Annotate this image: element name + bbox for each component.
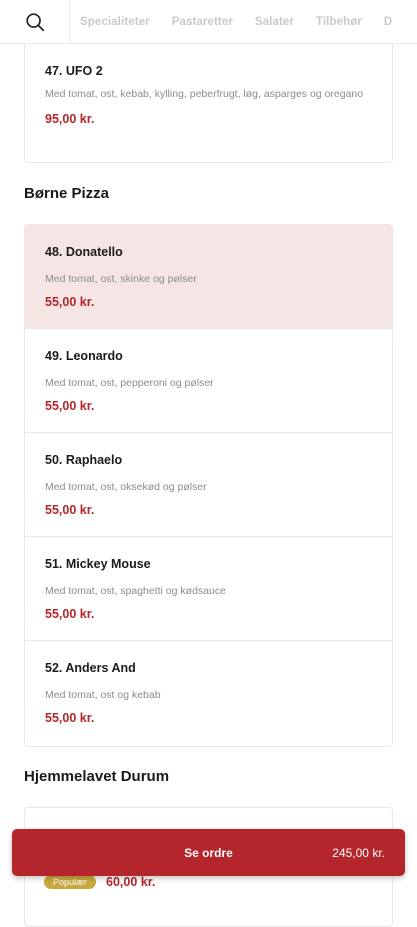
item-name: 51. Mickey Mouse — [45, 557, 151, 571]
tab-durum-partial[interactable]: D — [384, 16, 392, 28]
item-price: 60,00 kr. — [106, 875, 156, 889]
item-description: Med tomat, ost, skinke og pølser — [45, 273, 197, 285]
item-price: 95,00 kr. — [45, 112, 95, 126]
menu-item-raphaelo[interactable]: 50. Raphaelo Med tomat, ost, oksekød og … — [25, 433, 392, 537]
tab-tilbehor[interactable]: Tilbehør — [316, 16, 362, 28]
search-button[interactable] — [0, 0, 70, 43]
item-description: Med tomat, ost og kebab — [45, 689, 161, 701]
menu-card-borne-pizza: 48. Donatello Med tomat, ost, skinke og … — [24, 224, 393, 747]
section-title-borne-pizza: Børne Pizza — [24, 185, 110, 202]
item-name: 47. UFO 2 — [45, 64, 103, 78]
popular-badge: Populær — [44, 875, 97, 889]
item-price: 55,00 kr. — [45, 711, 95, 725]
item-description: Med tomat, ost, spaghetti og kødsauce — [45, 585, 226, 597]
view-order-button[interactable]: Se ordre 245,00 kr. — [12, 829, 405, 876]
item-description: Med tomat, ost, pepperoni og pølser — [45, 377, 214, 389]
menu-item-donatello[interactable]: 48. Donatello Med tomat, ost, skinke og … — [25, 225, 392, 329]
durum-item-footer: Populær 60,00 kr. — [44, 875, 155, 889]
order-button-label: Se ordre — [184, 845, 233, 860]
tab-pastaretter[interactable]: Pastaretter — [172, 16, 233, 28]
item-name: 52. Anders And — [45, 661, 136, 675]
tab-specialiteter[interactable]: Specialiteter — [80, 16, 150, 28]
item-name: 48. Donatello — [45, 245, 123, 259]
menu-item-anders-and[interactable]: 52. Anders And Med tomat, ost og kebab 5… — [25, 641, 392, 745]
item-name: 50. Raphaelo — [45, 453, 123, 467]
search-icon — [25, 12, 44, 31]
item-price: 55,00 kr. — [45, 399, 95, 413]
menu-item-mickey-mouse[interactable]: 51. Mickey Mouse Med tomat, ost, spaghet… — [25, 537, 392, 641]
category-tabs: Specialiteter Pastaretter Salater Tilbeh… — [70, 16, 414, 28]
top-navigation: Specialiteter Pastaretter Salater Tilbeh… — [0, 0, 417, 44]
item-price: 55,00 kr. — [45, 607, 95, 621]
order-total: 245,00 kr. — [332, 845, 385, 860]
item-price: 55,00 kr. — [45, 503, 95, 517]
item-description: Med tomat, ost, kebab, kylling, peberfru… — [45, 88, 364, 100]
section-title-hjemmelavet-durum: Hjemmelavet Durum — [24, 768, 170, 785]
item-name: 49. Leonardo — [45, 349, 123, 363]
item-description: Med tomat, ost, oksekød og pølser — [45, 481, 207, 493]
menu-item-leonardo[interactable]: 49. Leonardo Med tomat, ost, pepperoni o… — [25, 329, 392, 433]
item-price: 55,00 kr. — [45, 295, 95, 309]
tab-salater[interactable]: Salater — [255, 16, 294, 28]
